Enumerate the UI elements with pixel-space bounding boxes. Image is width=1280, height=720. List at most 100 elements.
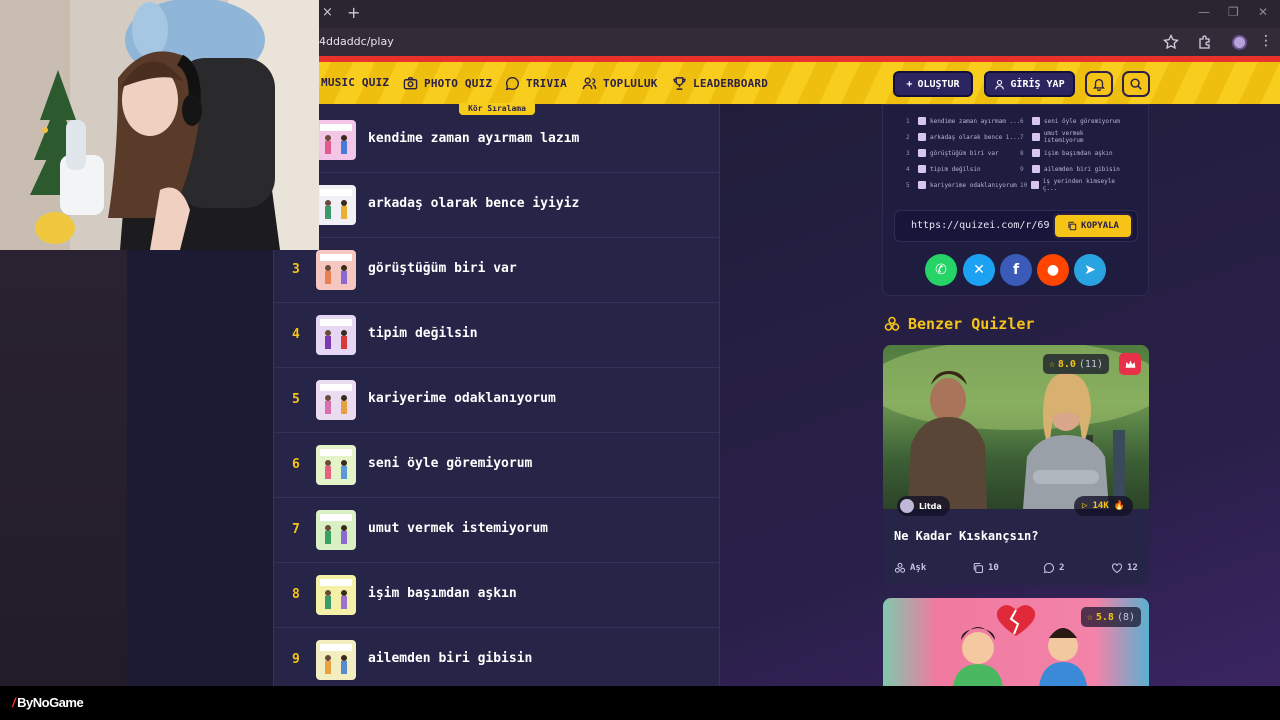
preview-item: 7 umut vermek istemiyorum [1020,130,1084,144]
nav-photo-quiz-label: PHOTO QUIZ [424,77,493,90]
row-rank: 3 [292,262,300,277]
row-rank: 6 [292,457,300,472]
comment-count-value: 2 [1059,563,1065,573]
category-label: Aşk [910,563,927,573]
search-icon [1130,78,1142,90]
shapes-icon [884,316,900,331]
author-avatar [900,499,914,513]
ranking-row[interactable]: kendime zaman ayırmam lazım [273,108,720,173]
share-link-text[interactable]: https://quizei.com/r/695 [911,220,1049,231]
row-text: arkadaş olarak bence iyiyiz [368,196,580,211]
quiz-card-title[interactable]: Ne Kadar Kıskançsın? [894,529,1039,543]
profile-avatar[interactable] [1232,35,1247,50]
nav-photo-quiz[interactable]: PHOTO QUIZ [403,76,492,91]
notifications-button[interactable] [1085,71,1113,97]
nav-leaderboard[interactable]: LEADERBOARD [672,76,768,91]
watermark-text: ByNoGame [17,695,84,710]
row-thumbnail [316,185,356,225]
share-link-box: https://quizei.com/r/695 KOPYALA [894,210,1138,242]
row-thumbnail [316,380,356,420]
ranking-row[interactable]: 9 ailemden biri gibisin [273,628,720,686]
quiz-card[interactable]: ☆ 8.0 (11) Litda ▷ 14K 🔥 Ne Kadar Kıskan… [883,345,1149,585]
nav-trivia[interactable]: TRIVIA [505,76,567,91]
login-button[interactable]: GİRİŞ YAP [984,71,1075,97]
ranking-row[interactable]: 6 seni öyle göremiyorum [273,433,720,498]
tab-close-button[interactable]: × [322,5,333,20]
copy-button-label: KOPYALA [1081,221,1119,231]
chat-bubble-icon [505,76,519,91]
preview-item: 2 arkadaş olarak bence i... [906,133,1021,141]
ranking-row[interactable]: 7 umut vermek istemiyorum [273,498,720,563]
restore-icon[interactable]: ❐ [1228,5,1239,19]
ranking-row[interactable]: arkadaş olarak bence iyiyiz [273,173,720,238]
reddit-share-button[interactable]: ● [1037,254,1069,286]
ranking-row[interactable]: 5 kariyerime odaklanıyorum [273,368,720,433]
telegram-icon: ➤ [1084,262,1096,278]
whatsapp-share-button[interactable]: ✆ [925,254,957,286]
nav-topluluk[interactable]: TOPLULUK [582,76,658,91]
star-icon: ☆ [1086,611,1093,623]
row-rank: 7 [292,522,300,537]
result-preview-list: 1 kendime zaman ayırmam ... 2 arkadaş olar… [906,114,1126,192]
copy-icon [1068,221,1077,231]
question-count-value: 10 [988,563,999,573]
preview-item: 1 kendime zaman ayırmam ... [906,117,1021,125]
quiz-card-image [883,345,1149,509]
users-icon [582,77,597,90]
bookmark-star-icon[interactable] [1163,33,1179,50]
close-window-icon[interactable]: ✕ [1258,5,1268,19]
preview-item: 9 ailemden biri gibisin [1020,165,1120,173]
row-thumbnail [316,445,356,485]
nav-music-quiz[interactable]: MUSIC QUIZ [321,76,389,89]
nav-trivia-label: TRIVIA [526,77,567,90]
plus-icon: + [906,78,913,90]
reddit-icon: ● [1046,262,1060,278]
slash-logo-icon: / [12,695,16,710]
copy-icon [973,562,984,574]
nav-topluluk-label: TOPLULUK [603,77,658,90]
row-thumbnail [316,315,356,355]
ranking-row[interactable]: 8 işim başımdan aşkın [273,563,720,628]
rating-value: 5.8 [1095,611,1114,623]
comment-icon [1043,562,1054,574]
extensions-icon[interactable] [1197,34,1213,50]
search-button[interactable] [1122,71,1150,97]
quiz-rating-badge: ☆ 5.8 (8) [1080,607,1141,627]
x-share-button[interactable]: ✕ [963,254,995,286]
camera-icon [403,77,418,90]
rating-count: (11) [1078,358,1103,370]
row-thumbnail [316,120,356,160]
row-text: kariyerime odaklanıyorum [368,391,556,406]
like-count-value: 12 [1127,563,1138,573]
row-text: tipim değilsin [368,326,478,341]
left-background-strip [0,248,127,686]
telegram-share-button[interactable]: ➤ [1074,254,1106,286]
preview-item: 10 iş yerinden kimseyle ç... [1020,178,1115,192]
new-tab-button[interactable]: + [347,3,360,22]
nav-music-quiz-label: MUSIC QUIZ [321,76,390,89]
rating-value: 8.0 [1057,358,1076,370]
preview-item: 8 işim başımdan aşkın [1020,149,1113,157]
facebook-share-button[interactable]: f [1000,254,1032,286]
quiz-like-count[interactable]: 12 [1111,562,1138,574]
minimize-icon[interactable]: — [1198,5,1210,19]
stream-watermark: / ByNoGame [12,695,84,710]
quiz-rating-badge: ☆ 8.0 (11) [1042,354,1109,374]
row-text: seni öyle göremiyorum [368,456,533,471]
browser-menu-icon[interactable]: ⋮ [1259,33,1273,49]
create-button-label: OLUŞTUR [917,78,960,90]
ranking-row[interactable]: 4 tipim değilsin [273,303,720,368]
create-button[interactable]: + OLUŞTUR [893,71,973,97]
row-thumbnail [316,575,356,615]
url-text[interactable]: 4ddaddc/play [319,35,394,48]
row-rank: 9 [292,652,300,667]
heart-icon [1111,563,1123,574]
streamer-webcam [0,0,319,250]
ranking-row[interactable]: 3 görüştüğüm biri var [273,238,720,303]
quiz-author[interactable]: Litda [897,496,950,516]
stream-bottom-bar: / ByNoGame [0,686,1280,720]
preview-item: 6 seni öyle göremiyorum [1020,117,1120,125]
whatsapp-icon: ✆ [935,262,947,278]
copy-link-button[interactable]: KOPYALA [1053,213,1133,239]
quiz-card[interactable]: ☆ 5.8 (8) [883,598,1149,686]
